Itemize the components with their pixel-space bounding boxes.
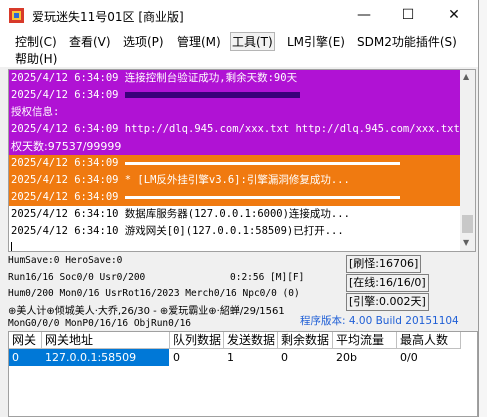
menu-help[interactable]: 帮助(H) (14, 50, 58, 67)
menu-manage[interactable]: 管理(M) (176, 33, 222, 50)
separator-bar (124, 92, 300, 98)
uptime: 0:2:56 [M][F] (230, 272, 305, 283)
log-line: 2025/4/12 6:34:10 游戏网关[0](127.0.0.1:5850… (11, 225, 344, 237)
menu-bar: 控制(C) 查看(V) 选项(P) 管理(M) 工具(T) LM引擎(E) SD… (0, 31, 478, 67)
menu-sdm2-plugin[interactable]: SDM2功能插件(S) (356, 33, 458, 50)
menu-control[interactable]: 控制(C) (14, 33, 58, 50)
column-header[interactable]: 发送数据 (224, 332, 278, 349)
table-cell: 1 (227, 351, 234, 364)
minimize-button[interactable]: — (342, 0, 386, 31)
log-line: 2025/4/12 6:34:09 http://dlq.945.com/xxx… (9, 121, 461, 138)
program-version: 程序版本: 4.00 Build 20151104 (300, 315, 459, 327)
monster-stats: MonG0/0/0 MonP0/16/16 ObjRun0/16 (8, 318, 192, 329)
status-panel: HumSave:0 HeroSave:0 Run16/16 Soc0/0 Usr… (8, 253, 478, 331)
log-line: 2025/4/12 6:34:09 (9, 87, 461, 104)
title-bar[interactable]: 爱玩迷失11号01区 [商业版] — ☐ ✕ (0, 0, 478, 31)
scroll-down-icon[interactable]: ▼ (463, 238, 469, 247)
background-window-edge (479, 0, 487, 417)
column-header[interactable]: 网关 (9, 332, 42, 349)
maximize-button[interactable]: ☐ (386, 0, 430, 31)
log-line: 授权信息: (9, 104, 461, 121)
text-cursor-line (9, 240, 461, 251)
menu-tools[interactable]: 工具(T) (230, 32, 275, 51)
separator-bar (124, 161, 400, 165)
log-lines: 2025/4/12 6:34:09 连接控制台验证成功,剩余天数:90天 202… (9, 70, 461, 251)
column-header[interactable]: 队列数据 (170, 332, 224, 349)
menu-view[interactable]: 查看(V) (68, 33, 112, 50)
log-line: 2025/4/12 6:34:09 连接控制台验证成功,剩余天数:90天 (9, 70, 461, 87)
table-cell: 0/0 (400, 351, 418, 364)
main-window: 爱玩迷失11号01区 [商业版] — ☐ ✕ 控制(C) 查看(V) 选项(P)… (0, 0, 479, 417)
window-title: 爱玩迷失11号01区 [商业版] (32, 10, 184, 24)
column-header[interactable]: 平均流量 (333, 332, 397, 349)
menu-options[interactable]: 选项(P) (122, 33, 165, 50)
log-panel[interactable]: 2025/4/12 6:34:09 连接控制台验证成功,剩余天数:90天 202… (8, 69, 476, 252)
log-line: 2025/4/12 6:34:09 (9, 189, 461, 206)
separator-bar (124, 195, 400, 199)
gateway-table[interactable]: 网关 网关地址 队列数据 发送数据 剩余数据 平均流量 最高人数 0 127.0… (8, 331, 478, 417)
log-line: 2025/4/12 6:34:09 * [LM反外挂引擎v3.6]:引擎漏洞修复… (9, 172, 461, 189)
column-header[interactable]: 最高人数 (397, 332, 461, 349)
scroll-thumb[interactable] (462, 215, 473, 233)
table-cell: 0 (173, 351, 180, 364)
save-stats: HumSave:0 HeroSave:0 (8, 255, 123, 266)
table-cell: 0 (281, 351, 288, 364)
table-cell: 0 (12, 351, 19, 364)
table-cell: 127.0.0.1:58509 (45, 351, 137, 364)
scroll-up-icon[interactable]: ▲ (463, 72, 469, 81)
online-count: [在线:16/16/0] (346, 274, 429, 292)
menu-lm-engine[interactable]: LM引擎(E) (286, 33, 346, 50)
run-stats: Run16/16 Soc0/0 Usr0/200 (8, 272, 146, 283)
server-names: ⊕美人计⊕倾城美人·大乔,26/30 - ⊕爱玩霸业⊕·紹蝉/29/1561 (8, 306, 285, 317)
log-line: 2025/4/12 6:34:09 (9, 155, 461, 172)
column-header[interactable]: 网关地址 (42, 332, 170, 349)
log-line: 2025/4/12 6:34:10 数据库服务器(127.0.0.1:6000)… (11, 208, 350, 220)
engine-days: [引擎:0.002天] (346, 293, 429, 311)
app-icon (9, 8, 24, 23)
close-button[interactable]: ✕ (432, 0, 476, 31)
table-row[interactable]: 0 127.0.0.1:58509 (9, 349, 169, 366)
table-cell: 20b (336, 351, 357, 364)
column-header[interactable]: 剩余数据 (278, 332, 333, 349)
log-scrollbar[interactable]: ▲ ▼ (460, 70, 475, 251)
refresh-monster-count: [刷怪:16706] (346, 255, 422, 273)
human-stats: Hum0/200 Mon0/16 UsrRot16/2023 Merch0/16… (8, 288, 300, 299)
log-line: 权天数:97537/99999 (9, 138, 461, 155)
